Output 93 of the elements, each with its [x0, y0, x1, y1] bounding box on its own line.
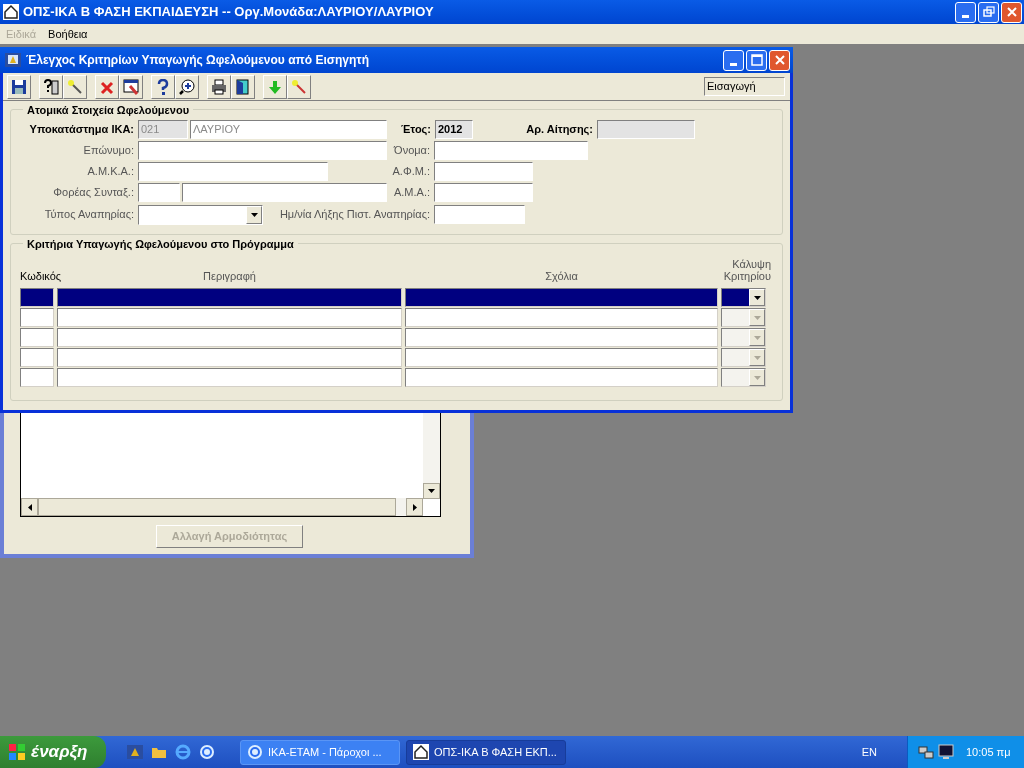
- close-icon: [773, 54, 786, 66]
- house-icon: [3, 4, 19, 20]
- field-label: Α.Φ.Μ.:: [391, 164, 431, 180]
- down-arrow-icon: [267, 78, 283, 95]
- toolbar-button[interactable]: [175, 74, 199, 99]
- scroll-down-button[interactable]: [423, 483, 440, 499]
- scroll-right-button[interactable]: [406, 498, 423, 516]
- language-indicator[interactable]: EN: [861, 743, 877, 761]
- mode-field: Εισαγωγή: [704, 77, 785, 96]
- surname-field[interactable]: [138, 141, 387, 160]
- browser-icon: [199, 744, 215, 760]
- printer-icon: [211, 78, 227, 95]
- close-button[interactable]: [1001, 1, 1022, 23]
- down-arrow-icon: [250, 212, 258, 217]
- minimize-button[interactable]: [955, 1, 976, 23]
- field-label: Όνομα:: [392, 143, 431, 159]
- year-field[interactable]: 2012: [435, 120, 473, 139]
- quick-launch-button[interactable]: [126, 743, 144, 761]
- browser-icon: [175, 744, 191, 760]
- field-label: Τύπος Αναπηρίας:: [43, 207, 135, 223]
- minimize-icon: [730, 62, 737, 66]
- fund-code-field[interactable]: [138, 183, 180, 202]
- application-number-field[interactable]: [597, 120, 695, 139]
- column-header: Κωδικός: [20, 270, 62, 282]
- down-arrow-icon: [753, 295, 761, 300]
- toolbar-button[interactable]: [231, 74, 255, 99]
- start-button[interactable]: έναρξη: [0, 736, 106, 768]
- taskbar-button[interactable]: ΙΚΑ-ΕΤΑΜ - Πάροχοι ...: [240, 739, 400, 765]
- network-icon: [918, 744, 934, 760]
- name-field[interactable]: [434, 141, 588, 160]
- toolbar-button[interactable]: [39, 74, 63, 99]
- scroll-left-button[interactable]: [21, 498, 38, 516]
- branch-name-field[interactable]: ΛΑΥΡΙΟΥ: [190, 120, 387, 139]
- zoom-in-icon: [179, 78, 195, 95]
- field-label: Επώνυμο:: [82, 143, 135, 159]
- right-arrow-icon: [412, 503, 417, 511]
- coverage-dropdown[interactable]: [721, 288, 766, 307]
- dialog-title: Έλεγχος Κριτηρίων Υπαγωγής Ωφελούμενου από Εισηγητή: [26, 52, 369, 69]
- down-arrow-icon: [753, 375, 761, 380]
- toolbar-button[interactable]: [7, 74, 31, 99]
- monitor-icon: [938, 744, 954, 760]
- menu-item[interactable]: Βοήθεια: [42, 25, 94, 43]
- quick-launch-button[interactable]: [198, 743, 216, 761]
- minimize-button[interactable]: [723, 49, 744, 71]
- browser-icon: [247, 744, 263, 760]
- down-arrow-icon: [753, 355, 761, 360]
- help-icon: [155, 78, 171, 95]
- close-icon: [1005, 6, 1018, 18]
- left-arrow-icon: [27, 503, 32, 511]
- magic-wand-icon: [67, 78, 83, 95]
- field-label: Ημ/νία Λήξης Πιστ. Αναπηρίας:: [278, 207, 431, 223]
- door-icon: [235, 78, 251, 95]
- help-list-icon: [43, 78, 59, 95]
- clock: 10:05 πμ: [966, 744, 1011, 760]
- maximize-icon: [750, 54, 763, 66]
- down-arrow-icon: [753, 335, 761, 340]
- field-label: Φορέας Συνταξ.:: [52, 185, 135, 201]
- house-icon: [413, 744, 429, 760]
- quick-launch-button[interactable]: [174, 743, 192, 761]
- afm-field[interactable]: [434, 162, 533, 181]
- minimize-icon: [962, 14, 969, 18]
- disability-type-dropdown[interactable]: [138, 204, 263, 225]
- toolbar-button[interactable]: [207, 74, 231, 99]
- magic-wand-icon: [291, 78, 307, 95]
- column-header: Σχόλια: [544, 270, 579, 282]
- dropdown-button[interactable]: [749, 289, 765, 306]
- maximize-button[interactable]: [746, 49, 767, 71]
- restore-icon: [982, 6, 995, 18]
- column-header: Κάλυψη Κριτηρίου: [722, 258, 771, 282]
- field-label: Έτος:: [399, 122, 432, 138]
- down-arrow-icon: [753, 315, 761, 320]
- expiry-date-field[interactable]: [434, 205, 525, 224]
- field-label: Α.Μ.Α.:: [392, 185, 431, 201]
- branch-code-field[interactable]: 021: [138, 120, 188, 139]
- ama-field[interactable]: [434, 183, 533, 202]
- dropdown-button[interactable]: [246, 205, 262, 224]
- field-label: Αρ. Αίτησης:: [525, 122, 594, 138]
- fund-name-field[interactable]: [182, 183, 387, 202]
- field-label: Α.Μ.Κ.Α.:: [86, 164, 135, 180]
- toolbar-button[interactable]: [151, 74, 175, 99]
- restore-button[interactable]: [978, 1, 999, 23]
- taskbar-button[interactable]: ΟΠΣ-ΙΚΑ Β ΦΑΣΗ ΕΚΠ...: [406, 739, 566, 765]
- edit-form-icon: [123, 78, 139, 95]
- amka-field[interactable]: [138, 162, 328, 181]
- close-button[interactable]: [769, 49, 790, 71]
- app-icon: [5, 52, 21, 68]
- toolbar-button[interactable]: [119, 74, 143, 99]
- windows-logo-icon: [8, 743, 26, 761]
- app-icon: [127, 744, 143, 760]
- window-title: ΟΠΣ-ΙΚΑ Β ΦΑΣΗ ΕΚΠΑΙΔΕΥΣΗ -- Οργ.Μονάδα:ΛΑΥΡΙΟΥ/ΛΑΥΡΙΟΥ: [23, 3, 434, 22]
- down-arrow-icon: [428, 489, 435, 493]
- floppy-icon: [11, 78, 27, 95]
- field-label: Υποκατάστημα ΙΚΑ:: [28, 122, 135, 138]
